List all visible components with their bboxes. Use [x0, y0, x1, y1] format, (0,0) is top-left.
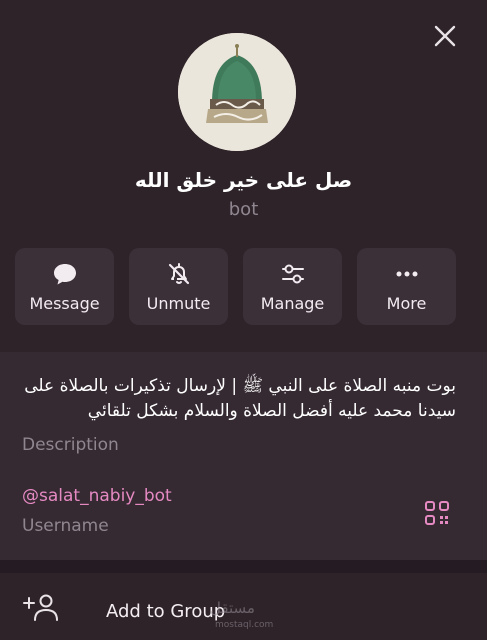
sliders-icon: [281, 264, 304, 284]
bot-avatar: [178, 33, 296, 151]
unmute-button[interactable]: Unmute: [129, 248, 228, 325]
add-user-icon: [23, 594, 58, 621]
bot-name: صل على خير خلق الله: [134, 168, 353, 192]
message-label: Message: [29, 294, 100, 313]
add-to-group-label: Add to Group: [106, 601, 226, 622]
more-dots-icon: [396, 271, 417, 277]
more-label: More: [386, 294, 427, 313]
message-button[interactable]: Message: [15, 248, 114, 325]
username-label: Username: [22, 516, 109, 536]
bot-type-label: bot: [228, 199, 259, 220]
close-icon[interactable]: [433, 24, 457, 48]
manage-label: Manage: [260, 294, 325, 313]
bot-description: بوت منبه الصلاة على النبي ﷺ | لإرسال تذك…: [24, 376, 456, 421]
section-divider: [0, 560, 487, 573]
chat-bubble-icon: [53, 264, 76, 285]
watermark-text: مستقل: [210, 599, 255, 617]
description-label: Description: [22, 435, 119, 455]
watermark-subtext: mostaql.com: [215, 620, 274, 630]
bell-off-icon: [168, 263, 189, 285]
username-link[interactable]: @salat_nabiy_bot: [22, 486, 172, 506]
more-button[interactable]: More: [357, 248, 456, 325]
action-buttons: Message Unmute Manage More: [15, 248, 457, 325]
qr-code-icon[interactable]: [424, 500, 450, 526]
manage-button[interactable]: Manage: [243, 248, 342, 325]
unmute-label: Unmute: [146, 294, 211, 313]
